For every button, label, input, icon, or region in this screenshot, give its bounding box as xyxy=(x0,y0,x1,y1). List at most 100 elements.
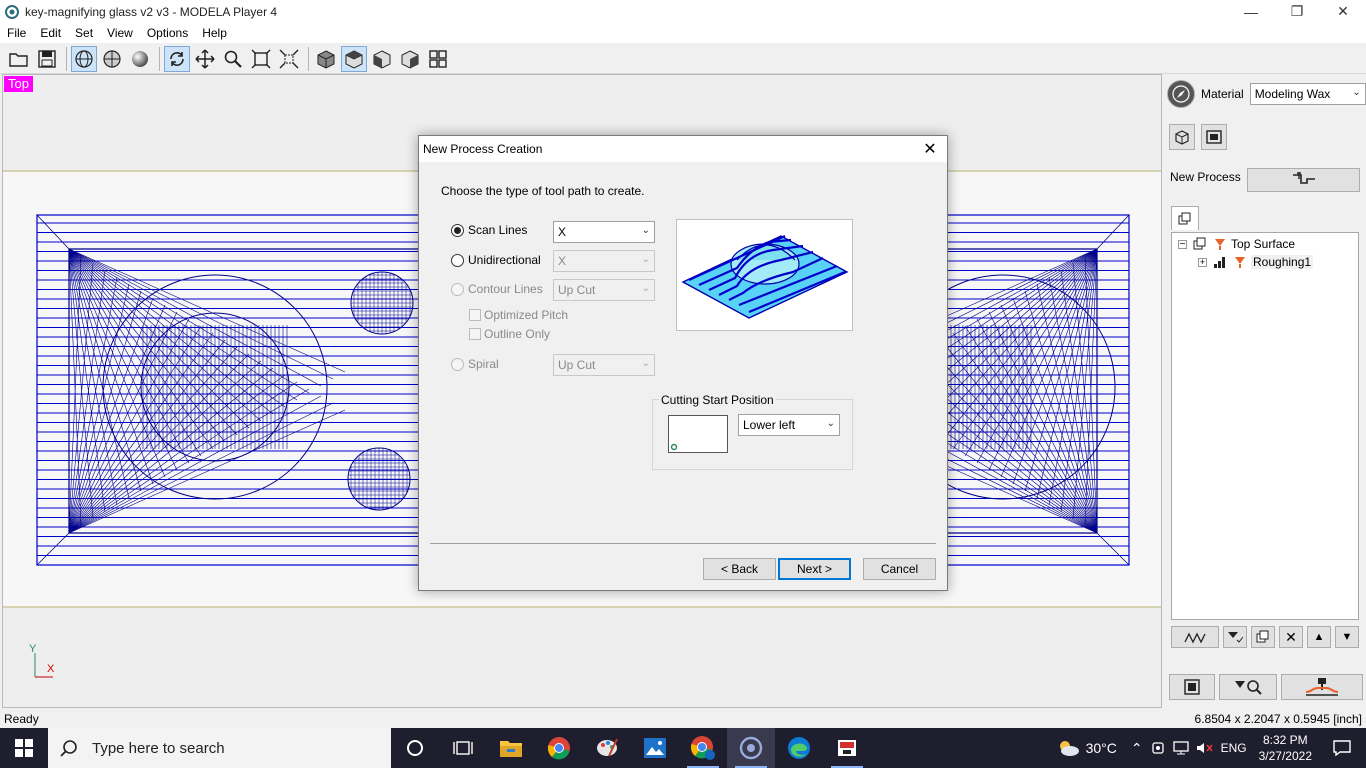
chevron-down-icon: ⌄ xyxy=(826,418,835,429)
preview-button[interactable] xyxy=(1169,674,1215,700)
restore-button[interactable]: ❐ xyxy=(1274,0,1320,23)
scan-lines-label: Scan Lines xyxy=(468,223,528,237)
start-position-value: Lower left xyxy=(743,418,796,432)
taskbar-file-explorer[interactable] xyxy=(487,728,535,768)
contour-lines-radio[interactable] xyxy=(451,282,464,296)
move-down-button[interactable]: ▼ xyxy=(1335,626,1359,648)
outline-only-option[interactable]: Outline Only xyxy=(469,327,550,341)
network-icon[interactable] xyxy=(1172,740,1189,756)
next-button[interactable]: Next > xyxy=(778,558,851,580)
menu-set[interactable]: Set xyxy=(68,23,100,43)
taskbar-search[interactable]: Type here to search xyxy=(48,728,391,768)
language-indicator[interactable]: ENG xyxy=(1221,741,1247,755)
view-iso-button[interactable] xyxy=(313,46,339,72)
task-view-button[interactable] xyxy=(439,728,487,768)
menu-file[interactable]: File xyxy=(0,23,33,43)
dialog-close-button[interactable]: ✕ xyxy=(917,136,943,162)
back-button[interactable]: < Back xyxy=(703,558,776,580)
pan-button[interactable] xyxy=(192,46,218,72)
menu-view[interactable]: View xyxy=(100,23,140,43)
clock[interactable]: 8:32 PM 3/27/2022 xyxy=(1259,732,1312,764)
wireframe-button[interactable] xyxy=(71,45,97,72)
scan-lines-direction-select[interactable]: X ⌄ xyxy=(553,221,655,243)
spiral-radio[interactable] xyxy=(451,357,464,371)
tree-child-label: Roughing1 xyxy=(1251,255,1314,269)
minimize-button[interactable]: — xyxy=(1228,0,1274,23)
view-multi-button[interactable] xyxy=(425,46,451,72)
taskbar-paint[interactable] xyxy=(583,728,631,768)
material-tool-button[interactable] xyxy=(1167,80,1195,108)
fit-all-button[interactable] xyxy=(248,46,274,72)
cut-preview-button[interactable] xyxy=(1219,674,1277,700)
delete-button[interactable]: ✕ xyxy=(1279,626,1303,648)
path-filter-button[interactable] xyxy=(1223,626,1247,648)
new-process-icon xyxy=(1292,172,1315,184)
taskbar-edge[interactable] xyxy=(775,728,823,768)
unidirectional-direction-value: X xyxy=(558,254,567,268)
taskbar-photos[interactable] xyxy=(631,728,679,768)
cancel-button[interactable]: Cancel xyxy=(863,558,936,580)
scan-lines-radio[interactable] xyxy=(451,223,464,237)
weather-temp[interactable]: 30°C xyxy=(1086,740,1117,756)
start-position-select[interactable]: Lower left ⌄ xyxy=(738,414,840,436)
spiral-cut-select[interactable]: Up Cut ⌄ xyxy=(553,354,655,376)
path-edit-button[interactable] xyxy=(1171,626,1219,648)
restore-icon: ❐ xyxy=(1290,3,1304,19)
scan-lines-option[interactable]: Scan Lines xyxy=(451,223,527,237)
volume-muted-icon[interactable] xyxy=(1195,740,1213,756)
start-button[interactable] xyxy=(0,728,48,768)
minimize-icon: — xyxy=(1244,3,1258,20)
toolpath-preview xyxy=(676,219,853,331)
view-front-button[interactable] xyxy=(369,46,395,72)
taskbar-chrome[interactable] xyxy=(535,728,583,768)
taskbar-vpanel[interactable] xyxy=(823,728,871,768)
zoom-box-icon xyxy=(279,49,299,68)
notifications-icon[interactable] xyxy=(1332,739,1352,757)
rotate-button[interactable] xyxy=(164,45,190,72)
spiral-option[interactable]: Spiral xyxy=(451,357,499,371)
unidirectional-option[interactable]: Unidirectional xyxy=(451,253,541,267)
zoom-button[interactable] xyxy=(220,46,246,72)
tree-child-item[interactable]: + Roughing1 xyxy=(1198,253,1314,271)
optimized-pitch-option[interactable]: Optimized Pitch xyxy=(469,308,568,322)
filter-icon xyxy=(1228,632,1243,643)
open-folder-icon xyxy=(9,52,28,67)
process-list-tab[interactable] xyxy=(1171,206,1199,230)
unidirectional-radio[interactable] xyxy=(451,253,464,267)
close-window-button[interactable]: ✕ xyxy=(1320,0,1366,23)
weather-icon xyxy=(1059,741,1079,756)
material-select[interactable]: Modeling Wax ⌄ xyxy=(1249,83,1366,105)
contour-lines-cut-select[interactable]: Up Cut ⌄ xyxy=(553,279,655,301)
zoom-box-button[interactable] xyxy=(276,46,302,72)
optimized-pitch-checkbox[interactable] xyxy=(469,309,481,321)
move-up-button[interactable]: ▲ xyxy=(1307,626,1331,648)
render-button[interactable] xyxy=(127,46,153,72)
cut-button[interactable] xyxy=(1281,674,1363,700)
copy-button[interactable] xyxy=(1251,626,1275,648)
taskbar-chrome-profile[interactable] xyxy=(679,728,727,768)
tree-root-item[interactable]: − Top Surface xyxy=(1178,235,1295,253)
meet-now-icon[interactable] xyxy=(1151,740,1167,756)
menu-options[interactable]: Options xyxy=(140,23,195,43)
tool-icon xyxy=(1235,257,1245,268)
cortana-button[interactable] xyxy=(391,728,439,768)
open-button[interactable] xyxy=(6,46,32,72)
new-process-button[interactable] xyxy=(1247,168,1360,192)
tray-overflow-icon[interactable]: ⌃ xyxy=(1131,740,1143,757)
save-button[interactable] xyxy=(34,46,60,72)
start-position-preview xyxy=(668,415,728,453)
outline-only-checkbox[interactable] xyxy=(469,328,481,340)
window-title: key-magnifying glass v2 v3 - MODELA Play… xyxy=(25,4,278,19)
taskbar-modela-player[interactable] xyxy=(727,728,775,768)
menu-help[interactable]: Help xyxy=(195,23,234,43)
copy-icon xyxy=(1256,630,1269,643)
tree-root-label: Top Surface xyxy=(1231,237,1296,251)
shaded-wire-button[interactable] xyxy=(99,46,125,72)
model-setup-button[interactable] xyxy=(1169,124,1195,150)
contour-lines-option[interactable]: Contour Lines xyxy=(451,282,543,296)
view-top-button[interactable] xyxy=(341,45,367,72)
workpiece-button[interactable] xyxy=(1201,124,1227,150)
menu-edit[interactable]: Edit xyxy=(33,23,68,43)
view-right-button[interactable] xyxy=(397,46,423,72)
unidirectional-direction-select[interactable]: X ⌄ xyxy=(553,250,655,272)
